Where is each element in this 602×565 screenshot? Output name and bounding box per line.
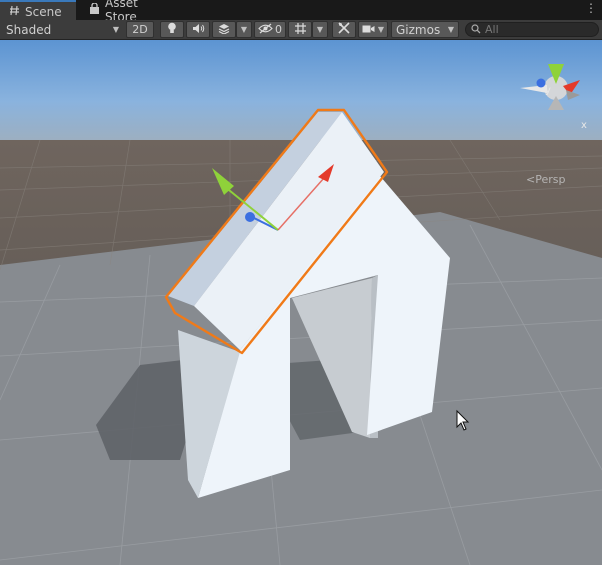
speaker-icon bbox=[192, 23, 205, 37]
audio-toggle-button[interactable] bbox=[186, 21, 210, 38]
scene-viewport[interactable]: y x <Persp bbox=[0, 40, 602, 565]
camera-icon bbox=[362, 23, 375, 37]
projection-label: Persp bbox=[535, 173, 566, 186]
effects-toggle-button[interactable] bbox=[212, 21, 236, 38]
scene-toolbar: Shaded ▼ 2D ▼ 0 ▼ ▼ Gizmos ▼ All bbox=[0, 20, 602, 40]
gizmo-x-label: x bbox=[581, 120, 587, 131]
editor-tab-bar: Scene Asset Store ⋮ bbox=[0, 0, 602, 24]
tab-scene-label: Scene bbox=[25, 4, 62, 19]
bag-icon bbox=[89, 1, 100, 18]
draw-mode-label: Shaded bbox=[6, 22, 52, 37]
scene-search[interactable] bbox=[465, 22, 599, 37]
camera-settings-button[interactable]: ▼ bbox=[358, 21, 388, 38]
lightbulb-icon bbox=[167, 22, 177, 37]
gizmo-y-label: y bbox=[545, 85, 551, 96]
hash-icon bbox=[9, 5, 20, 19]
tab-scene[interactable]: Scene bbox=[0, 0, 76, 21]
chevron-down-icon: ▼ bbox=[447, 25, 454, 34]
chevron-left-icon: < bbox=[526, 173, 536, 186]
projection-toggle[interactable]: <Persp bbox=[526, 173, 565, 186]
chevron-down-icon: ▼ bbox=[240, 25, 248, 34]
lighting-toggle-button[interactable] bbox=[160, 21, 184, 38]
effects-dropdown[interactable]: ▼ bbox=[236, 21, 252, 38]
chevron-down-icon: ▼ bbox=[377, 25, 385, 34]
2d-mode-button[interactable]: 2D bbox=[126, 21, 154, 38]
gizmos-label: Gizmos bbox=[396, 22, 441, 37]
search-icon bbox=[471, 23, 481, 37]
tab-options-icon[interactable]: ⋮ bbox=[585, 1, 597, 15]
chevron-down-icon: ▼ bbox=[316, 25, 324, 34]
tab-asset-store[interactable]: Asset Store bbox=[80, 0, 180, 24]
wrench-tools-icon bbox=[338, 22, 350, 37]
grid-toggle-button[interactable] bbox=[288, 21, 312, 38]
layers-effects-icon bbox=[218, 22, 230, 37]
grid-icon bbox=[294, 22, 307, 38]
grid-dropdown[interactable]: ▼ bbox=[312, 21, 328, 38]
hidden-object-count: 0 bbox=[275, 23, 282, 36]
draw-mode-dropdown[interactable]: Shaded ▼ bbox=[2, 21, 123, 38]
chevron-down-icon: ▼ bbox=[112, 25, 119, 34]
tools-button[interactable] bbox=[332, 21, 356, 38]
2d-mode-label: 2D bbox=[132, 23, 148, 36]
search-input[interactable] bbox=[485, 23, 595, 36]
scene-visibility-toggle[interactable]: 0 bbox=[254, 21, 286, 38]
eye-hidden-icon bbox=[258, 23, 273, 37]
gizmos-dropdown[interactable]: Gizmos ▼ bbox=[391, 21, 459, 38]
